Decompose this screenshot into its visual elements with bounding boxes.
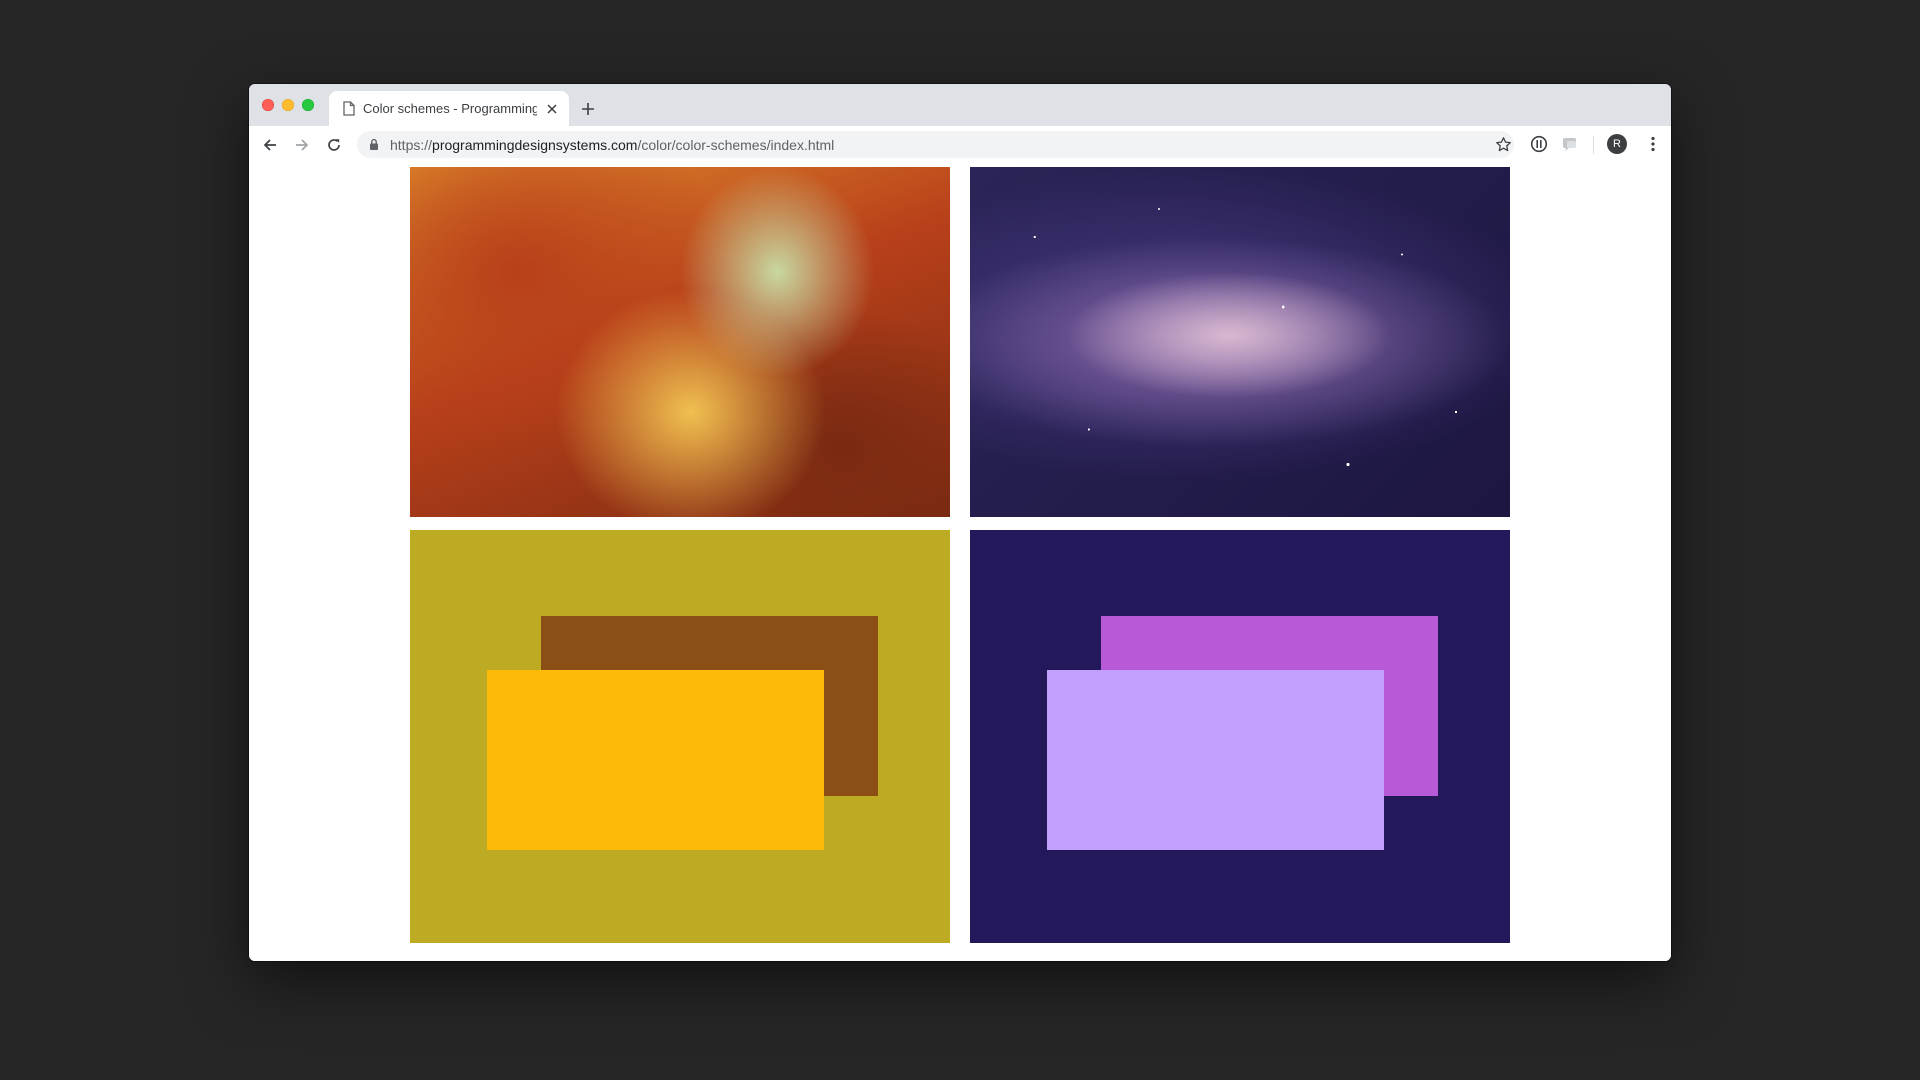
browser-toolbar: https://programmingdesignsystems.com/col… <box>249 126 1671 164</box>
toolbar-separator <box>1593 136 1594 154</box>
lock-icon <box>370 138 378 150</box>
scheme-front-rect <box>487 670 824 850</box>
window-close-button[interactable] <box>262 99 274 111</box>
milky-way-color-scheme <box>970 530 1510 943</box>
forward-button[interactable] <box>292 135 312 155</box>
page-icon <box>343 101 355 116</box>
window-maximize-button[interactable] <box>302 99 314 111</box>
url-path: /color/color-schemes/index.html <box>637 137 835 153</box>
milky-way-photo <box>970 167 1510 517</box>
profile-avatar[interactable]: R <box>1607 134 1627 154</box>
menu-dots-icon[interactable] <box>1644 135 1662 153</box>
url-host: programmingdesignsystems.com <box>432 137 638 153</box>
page-content <box>249 163 1671 961</box>
url-text: https://programmingdesignsystems.com/col… <box>390 137 834 153</box>
browser-window: Color schemes - Programming Design Syste… <box>249 84 1671 961</box>
scheme-front-rect <box>1047 670 1384 850</box>
new-tab-button[interactable] <box>577 98 599 120</box>
back-arrow-icon <box>263 139 276 151</box>
tab-close-button[interactable] <box>543 100 561 118</box>
cast-extension-icon[interactable] <box>1561 135 1579 153</box>
autumn-forest-photo <box>410 167 950 517</box>
tab-title: Color schemes - Programming Design Syste… <box>363 101 537 116</box>
plus-icon <box>582 103 594 115</box>
close-icon <box>547 104 557 114</box>
forward-arrow-icon <box>296 139 309 151</box>
reload-button[interactable] <box>324 135 344 155</box>
tab-strip: Color schemes - Programming Design Syste… <box>249 84 1671 126</box>
reload-icon <box>328 139 340 151</box>
address-bar[interactable]: https://programmingdesignsystems.com/col… <box>357 131 1514 158</box>
window-minimize-button[interactable] <box>282 99 294 111</box>
back-button[interactable] <box>260 135 280 155</box>
autumn-color-scheme <box>410 530 950 943</box>
url-scheme: https:// <box>390 137 433 153</box>
tab-color-schemes[interactable]: Color schemes - Programming Design Syste… <box>329 91 569 126</box>
info-extension-icon[interactable] <box>1530 135 1548 153</box>
star-icon[interactable] <box>1495 136 1512 153</box>
